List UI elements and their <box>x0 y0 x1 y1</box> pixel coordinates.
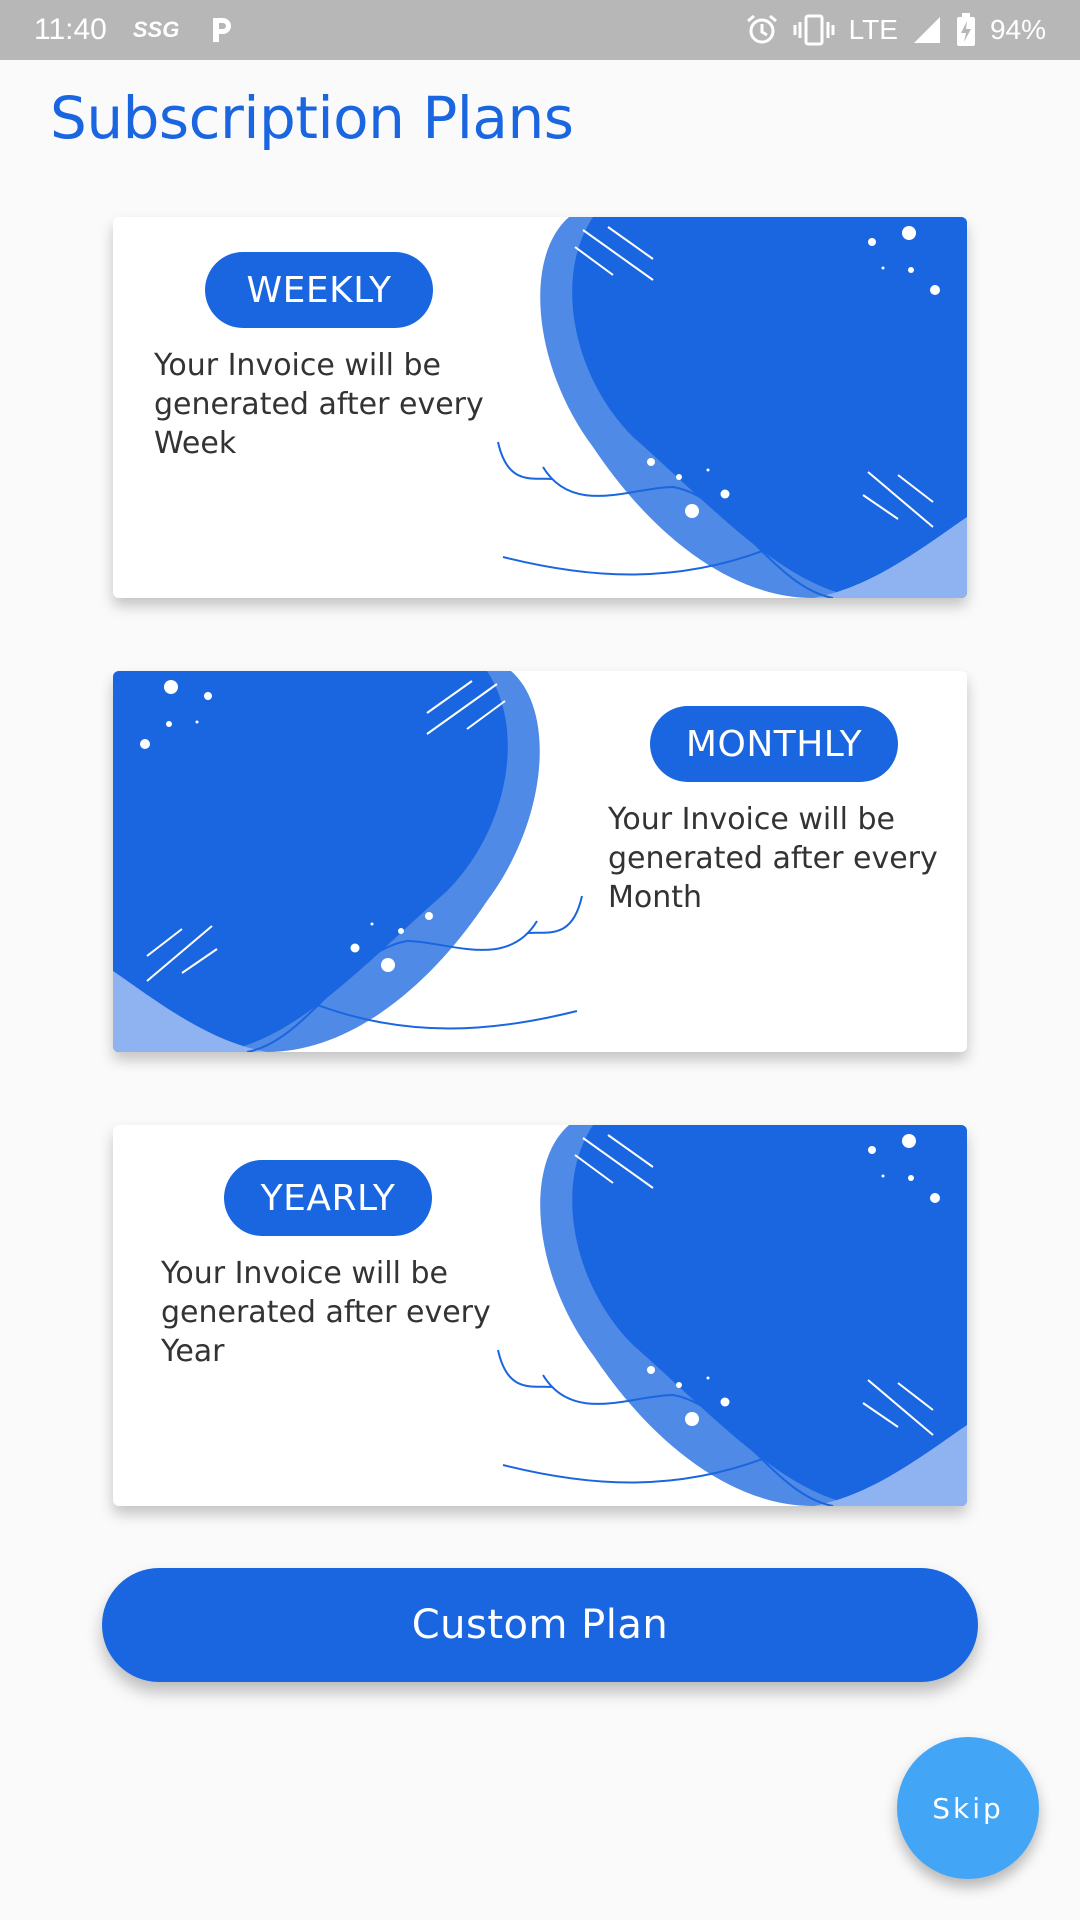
plan-description: Your Invoice will be generated after eve… <box>608 802 938 915</box>
signal-icon <box>913 17 940 43</box>
plan-badge-yearly: YEARLY <box>224 1160 432 1236</box>
plan-description: Your Invoice will be generated after eve… <box>154 348 484 461</box>
status-bar: 11:40 SSG LTE 94% <box>0 0 1080 60</box>
plan-card-weekly[interactable]: WEEKLY Your Invoice will be generated af… <box>113 217 967 598</box>
vibrate-icon <box>793 14 835 46</box>
plan-badge-monthly: MONTHLY <box>650 706 898 782</box>
parking-icon <box>213 18 232 42</box>
network-label: LTE <box>848 14 898 45</box>
status-left: 11:40 SSG <box>34 0 237 60</box>
status-time: 11:40 <box>34 13 107 46</box>
custom-plan-button[interactable]: Custom Plan <box>102 1568 978 1682</box>
alarm-icon <box>746 14 777 44</box>
plan-card-yearly[interactable]: YEARLY Your Invoice will be generated af… <box>113 1125 967 1506</box>
battery-charging-icon <box>956 13 975 46</box>
ssg-icon: SSG <box>132 17 180 42</box>
plan-description: Your Invoice will be generated after eve… <box>161 1256 491 1369</box>
skip-button[interactable]: Skip <box>897 1737 1039 1879</box>
page-title: Subscription Plans <box>50 84 574 152</box>
plan-card-monthly[interactable]: MONTHLY Your Invoice will be generated a… <box>113 671 967 1052</box>
plan-badge-weekly: WEEKLY <box>205 252 433 328</box>
battery-percent: 94% <box>989 14 1046 45</box>
status-right: LTE 94% <box>745 0 1046 60</box>
